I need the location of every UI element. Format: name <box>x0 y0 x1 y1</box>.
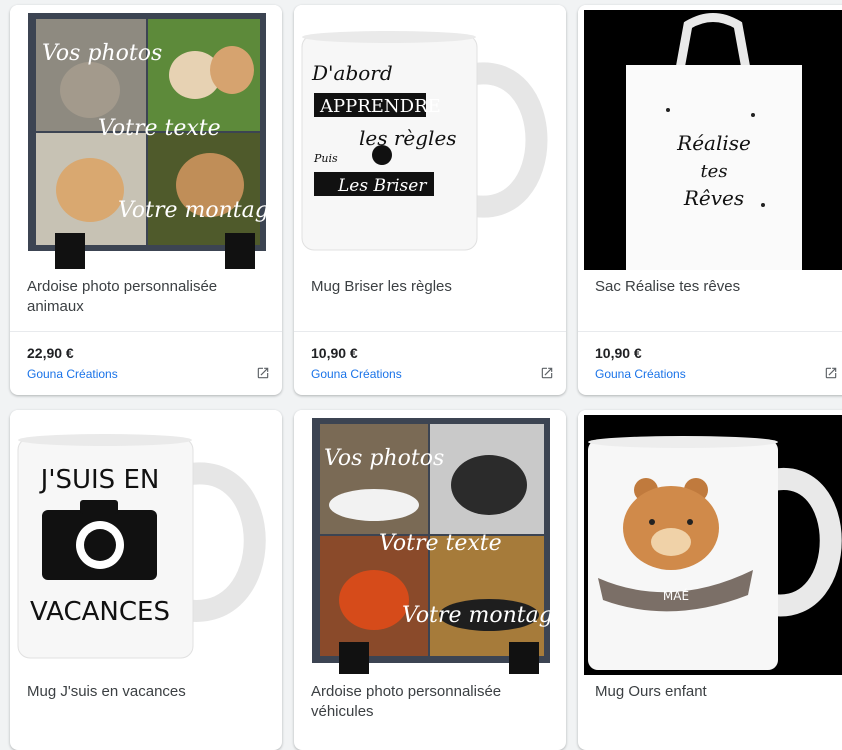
product-price: 10,90 € <box>311 345 358 361</box>
image-text: Réalise <box>676 131 751 155</box>
seller-link[interactable]: Gouna Créations <box>595 367 686 381</box>
product-card[interactable]: Vos photos Votre texte Votre montage Ard… <box>10 5 282 395</box>
product-image[interactable]: Vos photos Votre texte Votre montage <box>294 410 566 680</box>
product-title[interactable]: Mug J'suis en vacances <box>27 682 267 702</box>
product-title[interactable]: Ardoise photo personnalisée véhicules <box>311 682 551 722</box>
external-link-icon[interactable] <box>540 366 554 380</box>
divider <box>10 331 282 332</box>
seller-link[interactable]: Gouna Créations <box>311 367 402 381</box>
product-image[interactable]: Réalise tes Rêves <box>578 5 842 275</box>
image-text: D'abord <box>311 61 393 85</box>
product-title[interactable]: Sac Réalise tes rêves <box>595 277 835 297</box>
image-text: Puis <box>313 152 338 165</box>
product-card[interactable]: MAÉ Mug Ours enfant <box>578 410 842 750</box>
product-price: 22,90 € <box>27 345 74 361</box>
product-card[interactable]: J'SUIS EN VACANCES Mug J'suis en vacance… <box>10 410 282 750</box>
external-link-icon[interactable] <box>824 366 838 380</box>
image-text: Votre texte <box>98 116 221 141</box>
image-text: MAÉ <box>663 588 689 603</box>
product-title[interactable]: Mug Ours enfant <box>595 682 835 702</box>
image-text: Votre montage <box>118 198 282 223</box>
product-image[interactable]: MAÉ <box>578 410 842 680</box>
product-title[interactable]: Ardoise photo personnalisée animaux <box>27 277 267 317</box>
image-text: Votre texte <box>379 531 502 556</box>
product-title[interactable]: Mug Briser les règles <box>311 277 551 297</box>
divider <box>294 331 566 332</box>
product-image[interactable]: J'SUIS EN VACANCES <box>10 410 282 680</box>
divider <box>578 331 842 332</box>
image-text: VACANCES <box>30 597 170 627</box>
product-card[interactable]: Vos photos Votre texte Votre montage Ard… <box>294 410 566 750</box>
image-text: tes <box>700 161 727 182</box>
product-price: 10,90 € <box>595 345 642 361</box>
product-image[interactable]: Vos photos Votre texte Votre montage <box>10 5 282 275</box>
image-text: Les Briser <box>337 176 427 196</box>
image-text: Rêves <box>683 186 744 210</box>
product-card[interactable]: Réalise tes Rêves Sac Réalise tes rêves … <box>578 5 842 395</box>
image-text: Vos photos <box>324 446 444 471</box>
image-text: Vos photos <box>42 41 162 66</box>
image-text: les règles <box>359 126 457 150</box>
seller-link[interactable]: Gouna Créations <box>27 367 118 381</box>
image-text: APPRENDRE <box>319 96 441 117</box>
image-text: J'SUIS EN <box>39 465 160 495</box>
external-link-icon[interactable] <box>256 366 270 380</box>
product-card[interactable]: D'abord APPRENDRE les règles Puis Les Br… <box>294 5 566 395</box>
image-text: Votre montage <box>402 603 566 628</box>
product-image[interactable]: D'abord APPRENDRE les règles Puis Les Br… <box>294 5 566 275</box>
